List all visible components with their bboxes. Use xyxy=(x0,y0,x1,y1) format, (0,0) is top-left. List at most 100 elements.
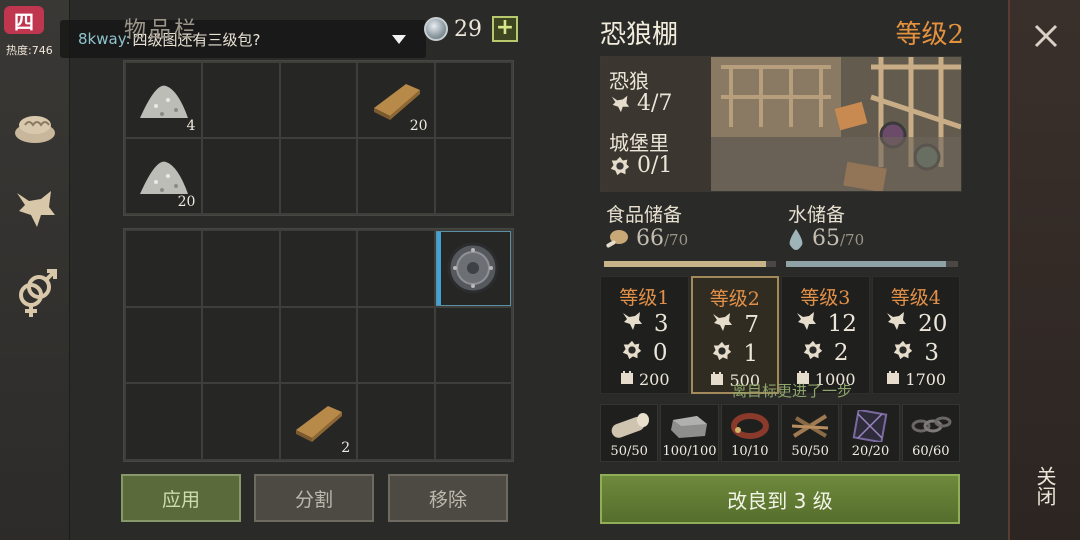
inventory-slot[interactable] xyxy=(126,307,202,383)
net-icon xyxy=(842,409,898,443)
wood-log-icon xyxy=(601,409,657,443)
chat-user: 8kway: xyxy=(78,30,131,48)
badge-icon xyxy=(621,339,643,367)
heat-badge[interactable]: 四 热度:746 xyxy=(0,0,60,60)
heat-icon: 四 xyxy=(4,6,44,34)
inventory-slot[interactable] xyxy=(203,139,279,213)
chevron-down-icon[interactable] xyxy=(392,35,406,44)
inventory-slot[interactable]: 20 xyxy=(358,63,434,137)
level-wolves-value: 3 xyxy=(653,311,669,337)
material-count: 100/100 xyxy=(662,444,717,459)
level-card[interactable]: 等级3 12 2 1000 xyxy=(781,276,870,394)
inventory-slot[interactable] xyxy=(358,231,434,306)
inventory-slot[interactable] xyxy=(435,139,511,213)
level-castle: 3 xyxy=(873,339,960,367)
remove-button[interactable]: 移除 xyxy=(388,474,508,522)
level-title: 等级3 xyxy=(800,287,851,309)
inventory-slot[interactable] xyxy=(280,307,357,383)
currency: 29 + xyxy=(424,16,518,42)
heat-label: 热度:746 xyxy=(6,44,53,57)
level-cost: 1700 xyxy=(873,369,960,389)
level-cost-value: 200 xyxy=(638,369,670,389)
tower-icon xyxy=(885,369,901,389)
level-wolves-value: 7 xyxy=(744,312,760,338)
wolf-icon xyxy=(620,309,644,339)
food-bar-fill xyxy=(604,261,767,267)
inventory-slot[interactable] xyxy=(435,231,511,306)
level-castle: 0 xyxy=(601,339,688,367)
water-bar-fill xyxy=(786,261,946,267)
close-label[interactable]: 关闭 xyxy=(1033,466,1060,506)
material-slot[interactable]: 50/50 xyxy=(780,404,840,462)
building-scene: 恐狼 4/7 城堡里 0/1 xyxy=(600,56,962,192)
close-column[interactable]: 关闭 xyxy=(1008,0,1080,540)
inventory-slot[interactable] xyxy=(203,231,279,306)
material-slot[interactable]: 50/50 xyxy=(600,404,659,462)
wolf-icon xyxy=(794,309,818,339)
level-castle-value: 2 xyxy=(833,340,849,366)
level-card[interactable]: 等级2 7 1 500 xyxy=(690,276,779,394)
inventory-slot[interactable]: 20 xyxy=(126,139,202,213)
material-slot[interactable]: 20/20 xyxy=(841,404,900,462)
food-bar xyxy=(604,261,776,267)
wolf-icon xyxy=(611,95,630,112)
material-count: 50/50 xyxy=(610,444,648,459)
breeding-tab[interactable] xyxy=(8,266,62,320)
inventory-slot[interactable] xyxy=(126,384,202,459)
wolf-tab[interactable] xyxy=(8,182,62,236)
water-label: 水储备 xyxy=(788,204,846,226)
inventory-grid-bottom: 2 xyxy=(123,228,514,462)
food-max: /70 xyxy=(664,231,689,249)
inventory-slot[interactable] xyxy=(280,139,357,213)
inventory-slot[interactable] xyxy=(358,384,434,459)
item-count: 2 xyxy=(341,439,351,456)
inventory-slot[interactable] xyxy=(435,307,511,383)
apply-button[interactable]: 应用 xyxy=(121,474,241,522)
material-slot[interactable]: 60/60 xyxy=(901,404,960,462)
bread-basket-icon xyxy=(15,116,55,143)
inventory-slot[interactable]: 2 xyxy=(280,384,357,459)
wolf-icon xyxy=(710,310,734,340)
water-current: 65 xyxy=(812,226,840,251)
upgrade-button[interactable]: 改良到 3 级 xyxy=(600,474,960,524)
level-cost-value: 1700 xyxy=(905,369,947,389)
inventory-slot[interactable] xyxy=(358,139,434,213)
level-cost: 200 xyxy=(601,369,688,389)
material-slot[interactable]: 100/100 xyxy=(660,404,719,462)
level-wolves: 12 xyxy=(782,309,869,339)
inventory-slot[interactable] xyxy=(203,307,279,383)
sticks-icon xyxy=(782,409,838,443)
badge-icon xyxy=(802,339,824,367)
level-title: 等级2 xyxy=(709,288,760,310)
badge-icon xyxy=(610,156,630,175)
water-value: 65/70 xyxy=(786,226,864,251)
inventory-slot[interactable]: 4 xyxy=(126,63,202,137)
material-slot[interactable]: 10/10 xyxy=(720,404,779,462)
inventory-slot[interactable] xyxy=(280,231,357,306)
close-icon[interactable] xyxy=(1032,22,1060,50)
inventory-grid-top: 4 20 20 xyxy=(123,60,514,216)
level-card[interactable]: 等级4 20 3 1700 xyxy=(871,276,960,394)
food-value: 66/70 xyxy=(604,226,688,251)
meat-icon xyxy=(606,229,628,247)
building-level: 等级2 xyxy=(895,20,964,50)
add-currency-button[interactable]: + xyxy=(492,16,518,42)
split-button[interactable]: 分割 xyxy=(254,474,374,522)
inventory-slot[interactable] xyxy=(280,63,357,137)
materials-row: 50/50 100/100 10/10 50/50 20/20 60/60 xyxy=(600,404,960,462)
inventory-slot[interactable] xyxy=(358,307,434,383)
level-wolves: 20 xyxy=(873,309,960,339)
stone-block-icon xyxy=(661,409,717,443)
inventory-slot[interactable] xyxy=(203,63,279,137)
chain-icon xyxy=(903,409,959,443)
inventory-slot[interactable] xyxy=(203,384,279,459)
inventory-slot[interactable] xyxy=(435,384,511,459)
chat-bar[interactable]: 8kway: 四级图还有三级包? xyxy=(60,20,426,58)
gender-icon xyxy=(19,269,57,317)
food-tab[interactable] xyxy=(8,100,62,154)
food-current: 66 xyxy=(636,226,664,251)
level-card[interactable]: 等级1 3 0 200 xyxy=(600,276,689,394)
level-wolves-value: 12 xyxy=(827,311,857,337)
inventory-slot[interactable] xyxy=(435,63,511,137)
inventory-slot[interactable] xyxy=(126,231,202,306)
